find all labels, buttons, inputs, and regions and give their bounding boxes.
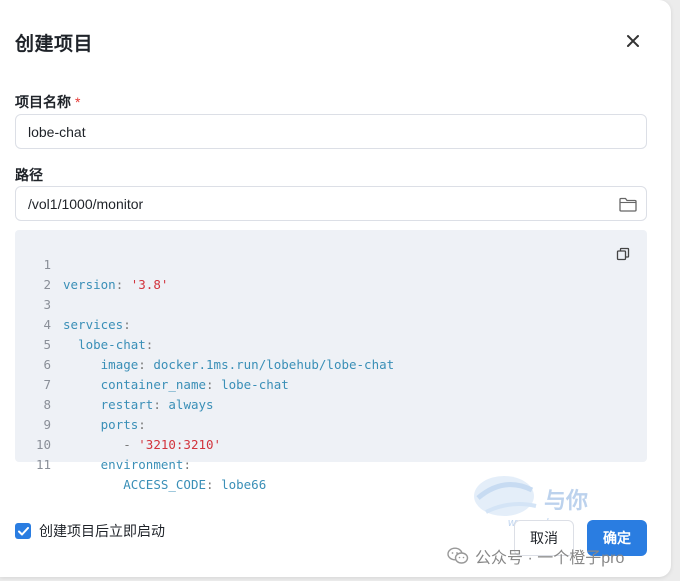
- dialog-title: 创建项目: [15, 34, 94, 55]
- create-project-dialog: 创建项目 项目名称* 路径 1 version: '3.8': [0, 0, 671, 577]
- compose-code-editor[interactable]: 1 version: '3.8' 2 3 services: 4 lobe-ch…: [15, 230, 647, 492]
- code-value: lobe66: [221, 477, 267, 492]
- code-key: ACCESS_CODE: [123, 477, 207, 492]
- project-name-label: 项目名称 *: [15, 92, 80, 112]
- code-line: 8 ports:: [15, 375, 647, 432]
- required-mark: *: [75, 94, 81, 110]
- confirm-button[interactable]: 确定: [587, 520, 647, 556]
- browse-folder-button[interactable]: [617, 194, 639, 214]
- code-line: 1 version: '3.8': [15, 235, 647, 292]
- code-key: environment: [100, 457, 184, 472]
- code-line: 10 environment:: [15, 415, 647, 472]
- close-icon: [627, 35, 639, 47]
- code-line: 2: [15, 255, 647, 292]
- line-number: 11: [35, 457, 51, 472]
- path-input[interactable]: [15, 186, 647, 221]
- wechat-icon: [447, 547, 469, 564]
- project-name-input[interactable]: [15, 114, 647, 149]
- code-line: 6 container_name: lobe-chat: [15, 335, 647, 392]
- autostart-label: 创建项目后立即启动: [39, 523, 165, 539]
- project-name-label-text: 项目名称: [15, 94, 71, 110]
- cancel-button[interactable]: 取消: [514, 520, 574, 556]
- folder-icon: [619, 197, 637, 212]
- close-button[interactable]: [622, 30, 644, 52]
- watermark-logo-text: 与你: [544, 488, 588, 513]
- autostart-checkbox[interactable]: [15, 523, 31, 539]
- code-line: 11 ACCESS_CODE: lobe66: [15, 435, 647, 492]
- code-line: 4 lobe-chat:: [15, 295, 647, 352]
- checkmark-icon: [17, 526, 29, 535]
- code-line: 3 services:: [15, 275, 647, 332]
- autostart-option[interactable]: 创建项目后立即启动: [15, 521, 165, 541]
- path-label: 路径: [15, 167, 43, 183]
- code-line: 9 - '3210:3210': [15, 395, 647, 452]
- code-line: 5 image: docker.1ms.run/lobehub/lobe-cha…: [15, 315, 647, 372]
- code-line: 7 restart: always: [15, 355, 647, 412]
